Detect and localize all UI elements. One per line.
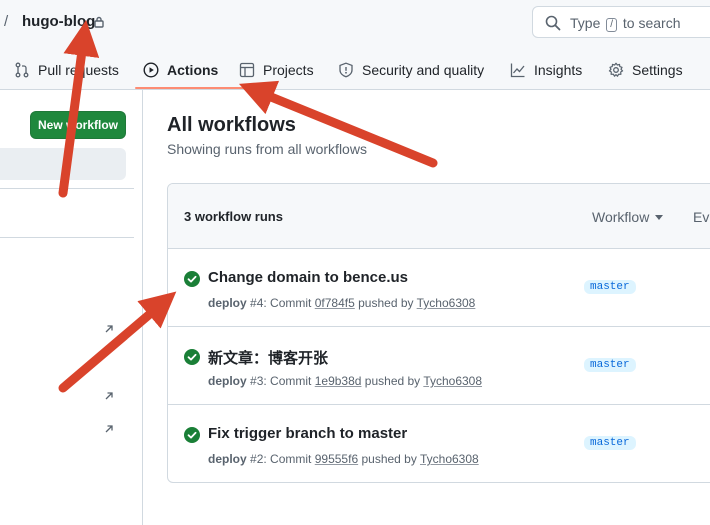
tab-projects[interactable]: Projects bbox=[239, 50, 314, 90]
graph-icon bbox=[510, 63, 525, 78]
commit-link[interactable]: 1e9b38d bbox=[315, 374, 362, 388]
actions-sidebar: New workflow bbox=[0, 90, 143, 525]
link-external-icon[interactable] bbox=[104, 388, 114, 406]
workflow-run-row[interactable]: Change domain to bence.us deploy #4: Com… bbox=[168, 249, 710, 327]
runs-count: 3 workflow runs bbox=[184, 209, 283, 224]
tab-settings[interactable]: Settings bbox=[608, 50, 683, 90]
workflow-filter-label: Workflow bbox=[592, 209, 650, 225]
tab-actions-label: Actions bbox=[167, 62, 219, 78]
tab-pull-requests[interactable]: Pull requests bbox=[14, 50, 119, 90]
play-icon bbox=[143, 62, 159, 78]
run-meta: deploy #2: Commit 99555f6 pushed by Tych… bbox=[208, 452, 479, 466]
shield-icon bbox=[339, 62, 353, 78]
run-title-link[interactable]: Fix trigger branch to master bbox=[208, 425, 407, 442]
sidebar-divider bbox=[0, 188, 134, 189]
gear-icon bbox=[608, 62, 624, 77]
active-tab-underline bbox=[135, 87, 250, 89]
tab-security[interactable]: Security and quality bbox=[338, 50, 484, 90]
pull-request-icon bbox=[15, 62, 29, 78]
search-placeholder: Type / to search bbox=[570, 15, 681, 32]
table-icon bbox=[239, 62, 255, 78]
tab-settings-label: Settings bbox=[632, 62, 683, 78]
lock-icon bbox=[94, 15, 104, 33]
tab-pull-requests-label: Pull requests bbox=[38, 62, 119, 78]
page-subtitle: Showing runs from all workflows bbox=[167, 141, 367, 157]
link-external-icon[interactable] bbox=[104, 421, 114, 439]
workflow-run-row[interactable]: Fix trigger branch to master deploy #2: … bbox=[168, 405, 710, 482]
user-link[interactable]: Tycho6308 bbox=[420, 452, 479, 466]
sidebar-divider bbox=[0, 237, 134, 238]
new-workflow-button[interactable]: New workflow bbox=[30, 111, 126, 139]
repo-name-link[interactable]: hugo-blog bbox=[22, 13, 95, 30]
search-icon bbox=[545, 15, 561, 36]
branch-badge[interactable]: master bbox=[584, 280, 636, 294]
repo-nav: Pull requests Actions Projects Security … bbox=[0, 50, 710, 90]
tab-security-label: Security and quality bbox=[362, 62, 485, 78]
runs-list-header: 3 workflow runs Workflow Event bbox=[168, 184, 710, 249]
user-link[interactable]: Tycho6308 bbox=[423, 374, 482, 388]
check-circle-icon bbox=[184, 427, 200, 448]
tab-insights[interactable]: Insights bbox=[510, 50, 582, 90]
user-link[interactable]: Tycho6308 bbox=[417, 296, 476, 310]
check-circle-icon bbox=[184, 349, 200, 370]
page-title: All workflows bbox=[167, 114, 296, 136]
search-shortcut-key: / bbox=[606, 18, 618, 32]
run-meta: deploy #3: Commit 1e9b38d pushed by Tych… bbox=[208, 374, 483, 388]
workflow-run-row[interactable]: 新文章：博客开张 deploy #3: Commit 1e9b38d pushe… bbox=[168, 327, 710, 405]
branch-badge[interactable]: master bbox=[584, 358, 636, 372]
repo-header: / hugo-blog Type / to search Pull reques… bbox=[0, 0, 710, 90]
run-title-link[interactable]: Change domain to bence.us bbox=[208, 269, 408, 286]
event-filter-dropdown[interactable]: Event bbox=[693, 209, 710, 225]
search-input[interactable]: Type / to search bbox=[532, 6, 710, 38]
breadcrumb-separator: / bbox=[4, 13, 9, 30]
run-meta: deploy #4: Commit 0f784f5 pushed by Tych… bbox=[208, 296, 476, 310]
chevron-down-icon bbox=[655, 214, 664, 220]
sidebar-item-all-workflows[interactable] bbox=[0, 148, 126, 180]
commit-link[interactable]: 0f784f5 bbox=[315, 296, 355, 310]
workflow-runs-list: 3 workflow runs Workflow Event Change do… bbox=[167, 183, 710, 483]
tab-actions[interactable]: Actions bbox=[143, 50, 218, 90]
tab-projects-label: Projects bbox=[263, 62, 314, 78]
workflow-filter-dropdown[interactable]: Workflow bbox=[592, 209, 664, 225]
run-title-link[interactable]: 新文章：博客开张 bbox=[208, 347, 328, 368]
commit-link[interactable]: 99555f6 bbox=[315, 452, 358, 466]
link-external-icon[interactable] bbox=[104, 321, 114, 339]
check-circle-icon bbox=[184, 271, 200, 292]
branch-badge[interactable]: master bbox=[584, 436, 636, 450]
tab-insights-label: Insights bbox=[534, 62, 583, 78]
